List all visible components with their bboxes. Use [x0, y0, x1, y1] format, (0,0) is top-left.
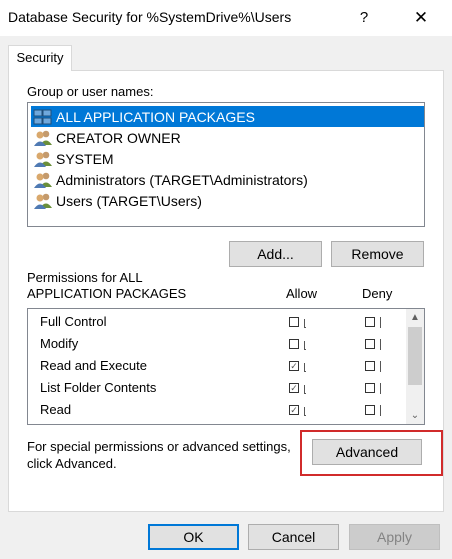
close-button[interactable]: ✕: [409, 6, 433, 30]
allow-indicator: [304, 341, 306, 350]
ok-button[interactable]: OK: [148, 524, 239, 550]
user-name: CREATOR OWNER: [56, 129, 181, 146]
allow-indicator: [304, 319, 306, 328]
allow-checkbox[interactable]: [289, 339, 299, 349]
add-button[interactable]: Add...: [229, 241, 322, 267]
list-item-all-application-packages[interactable]: ALL APPLICATION PACKAGES: [31, 106, 424, 127]
users-icon: [34, 130, 52, 146]
deny-indicator: [380, 361, 382, 372]
user-name: Administrators (TARGET\Administrators): [56, 171, 308, 188]
window-title: Database Security for %SystemDrive%\User…: [8, 9, 292, 25]
permission-name: List Folder Contents: [40, 380, 157, 395]
user-listbox[interactable]: ALL APPLICATION PACKAGES CREATOR OWNER S…: [27, 102, 425, 227]
deny-checkbox[interactable]: [365, 339, 375, 349]
permission-name: Modify: [40, 336, 79, 351]
special-permissions-text-line1: For special permissions or advanced sett…: [27, 439, 291, 454]
allow-indicator: [304, 363, 306, 372]
deny-checkbox[interactable]: [365, 361, 375, 371]
permissions-list: Full Control Modify Read and Execute ✓ L…: [27, 308, 425, 425]
allow-indicator: [304, 407, 306, 416]
permissions-scrollbar[interactable]: ▲ ⌄: [406, 309, 424, 424]
deny-checkbox[interactable]: [365, 317, 375, 327]
user-name: ALL APPLICATION PACKAGES: [56, 108, 255, 125]
deny-checkbox[interactable]: [365, 405, 375, 415]
list-item-users[interactable]: Users (TARGET\Users): [31, 190, 424, 211]
permissions-header-line1: Permissions for ALL: [27, 270, 143, 285]
allow-checkbox[interactable]: ✓: [289, 361, 299, 371]
deny-checkbox[interactable]: [365, 383, 375, 393]
special-permissions-text-line2: click Advanced.: [27, 456, 117, 471]
cancel-button[interactable]: Cancel: [248, 524, 339, 550]
remove-button[interactable]: Remove: [331, 241, 424, 267]
permission-name: Full Control: [40, 314, 107, 329]
permission-name: Read: [40, 402, 72, 417]
allow-checkbox[interactable]: ✓: [289, 405, 299, 415]
users-icon: [34, 151, 52, 167]
apply-button[interactable]: Apply: [349, 524, 440, 550]
list-item-creator-owner[interactable]: CREATOR OWNER: [31, 127, 424, 148]
allow-column-header: Allow: [286, 286, 318, 301]
scroll-down-icon[interactable]: ⌄: [406, 407, 424, 424]
permissions-header-line2: APPLICATION PACKAGES: [27, 286, 187, 301]
title-bar: Database Security for %SystemDrive%\User…: [0, 0, 452, 36]
group-names-label: Group or user names:: [27, 84, 154, 99]
deny-indicator: [380, 339, 382, 350]
app-packages-icon: [33, 109, 52, 124]
list-item-system[interactable]: SYSTEM: [31, 148, 424, 169]
user-name: SYSTEM: [56, 150, 114, 167]
permission-row-read: Read ✓: [28, 399, 404, 421]
users-icon: [34, 193, 52, 209]
scroll-up-icon[interactable]: ▲: [406, 309, 424, 326]
permission-row-list-folder-contents: List Folder Contents ✓: [28, 377, 404, 399]
deny-indicator: [380, 383, 382, 394]
deny-indicator: [380, 317, 382, 328]
permission-row-full-control: Full Control: [28, 311, 404, 333]
deny-column-header: Deny: [362, 286, 393, 301]
allow-checkbox[interactable]: [289, 317, 299, 327]
permission-row-modify: Modify: [28, 333, 404, 355]
deny-indicator: [380, 405, 382, 416]
advanced-button[interactable]: Advanced: [312, 439, 422, 465]
scroll-thumb[interactable]: [408, 327, 422, 385]
user-name: Users (TARGET\Users): [56, 192, 202, 209]
users-icon: [34, 172, 52, 188]
permission-name: Read and Execute: [40, 358, 147, 373]
allow-indicator: [304, 385, 306, 394]
list-item-administrators[interactable]: Administrators (TARGET\Administrators): [31, 169, 424, 190]
allow-checkbox[interactable]: ✓: [289, 383, 299, 393]
tab-security[interactable]: Security: [8, 45, 72, 71]
help-button[interactable]: ?: [352, 6, 376, 30]
permission-row-read-and-execute: Read and Execute ✓: [28, 355, 404, 377]
